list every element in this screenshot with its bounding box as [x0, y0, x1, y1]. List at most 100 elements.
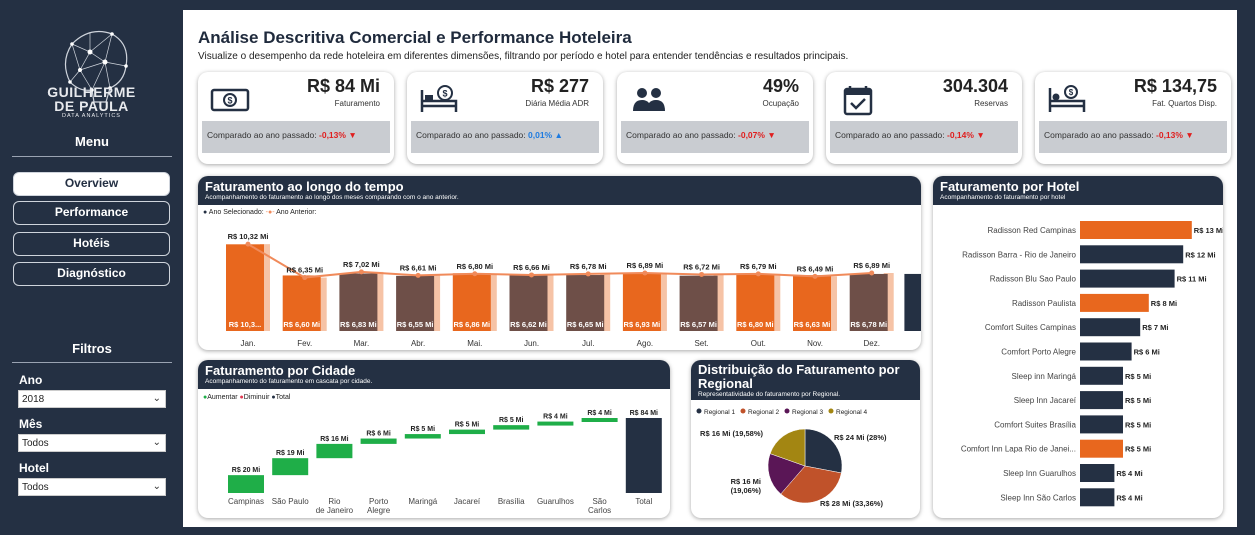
- month-tick-label: Abr.: [411, 339, 425, 348]
- hotel-value-label: R$ 7 Mi: [1142, 323, 1168, 332]
- increase-bar: [316, 443, 353, 459]
- menu-performance-button[interactable]: Performance: [13, 201, 170, 225]
- prev-year-label: R$ 6,78 Mi: [570, 262, 607, 271]
- hotel-bar: [1080, 245, 1184, 264]
- month-tick-label: Dez.: [863, 339, 879, 348]
- filter-hotel-select[interactable]: Todos ⌄: [18, 478, 166, 496]
- menu-divider: [12, 156, 172, 157]
- money-icon: $: [210, 88, 250, 112]
- regional-legend-label: Regional 2: [748, 409, 779, 416]
- increase-bar: [272, 458, 309, 476]
- city-card-title: Faturamento por Cidade: [205, 363, 356, 378]
- increase-bar: [360, 438, 397, 444]
- month-tick-label: Mar.: [354, 339, 370, 348]
- hotel-card-subtitle: Acompanhamento do faturamento por hotel: [940, 194, 1066, 201]
- city-revenue-card: Faturamento por Cidade Acompanhamento do…: [198, 360, 670, 518]
- city-tick-label: Total: [635, 497, 652, 506]
- page-subtitle: Visualize o desempenho da rede hoteleira…: [198, 51, 849, 62]
- arrow-down-icon: ▼: [767, 130, 776, 140]
- hotel-value-label: R$ 13 Mi: [1194, 226, 1223, 235]
- prev-year-point: [812, 273, 818, 279]
- prev-year-point: [755, 271, 761, 277]
- prev-year-point: [245, 241, 251, 247]
- city-value-label: R$ 4 Mi: [543, 414, 568, 421]
- month-bar-label: R$ 6,60 Mi: [283, 320, 320, 329]
- city-value-label: R$ 5 Mi: [411, 426, 436, 433]
- prev-year-label: R$ 10,32 Mi: [228, 232, 269, 241]
- kpi-compare-text: Comparado ao ano passado:: [416, 130, 526, 140]
- hotel-name-label: Radisson Paulista: [1012, 299, 1077, 308]
- kpi-card-ocupacao: 49% Ocupação Comparado ao ano passado: -…: [617, 72, 813, 164]
- city-card-subtitle: Acompanhamento do faturamento em cascata…: [205, 378, 373, 385]
- regional-chart: Regional 1 Regional 2 Regional 3 Regional 4…: [696, 408, 887, 508]
- prev-year-point: [358, 269, 364, 275]
- increase-bar: [228, 475, 264, 493]
- city-tick-label: Guarulhos: [537, 497, 574, 506]
- city-legend: ●Aumentar ●Diminuir ●Total: [203, 394, 290, 401]
- brand-line2: DE PAULA: [54, 98, 129, 114]
- filter-mes-select[interactable]: Todos ⌄: [18, 434, 166, 452]
- city-tick-label: São Paulo: [272, 497, 309, 506]
- kpi-value: R$ 84 Mi: [306, 76, 380, 96]
- menu-diagnostico-button[interactable]: Diagnóstico: [13, 262, 170, 286]
- kpi-card-faturamento: $ R$ 84 Mi Faturamento Comparado ao ano …: [198, 72, 394, 164]
- menu-hoteis-button[interactable]: Hotéis: [13, 232, 170, 256]
- increase-bar: [449, 429, 485, 435]
- city-tick-label: Rio: [328, 497, 341, 506]
- hotel-bar: [1080, 342, 1132, 361]
- prev-year-label: R$ 6,49 Mi: [797, 264, 834, 273]
- arrow-down-icon: ▼: [348, 130, 357, 140]
- kpi-label: Fat. Quartos Disp.: [1152, 99, 1217, 108]
- chevron-down-icon: ⌄: [152, 437, 161, 448]
- hotel-name-label: Radisson Red Campinas: [988, 226, 1077, 235]
- increase-bar: [493, 425, 530, 430]
- hotel-bar: [1080, 464, 1115, 482]
- pie-label: R$ 24 Mi (28%): [834, 433, 887, 442]
- filters-divider: [12, 362, 172, 363]
- kpi-compare: Comparado ao ano passado: -0,14% ▼: [830, 121, 1018, 153]
- hotel-bar: [1080, 269, 1175, 288]
- prev-year-label: R$ 6,89 Mi: [627, 261, 664, 270]
- pie-label: R$ 16 Mi (19,58%): [700, 429, 763, 438]
- kpi-compare: Comparado ao ano passado: -0,13% ▼: [1039, 121, 1227, 153]
- arrow-down-icon: ▼: [976, 130, 985, 140]
- kpi-compare: Comparado ao ano passado: -0,13% ▼: [202, 121, 390, 153]
- month-tick-label: Ago.: [637, 339, 653, 348]
- kpi-compare-text: Comparado ao ano passado:: [207, 130, 317, 140]
- hotel-bar: [1080, 318, 1141, 337]
- total-bar: [904, 273, 921, 331]
- regional-legend-dot: [828, 408, 834, 414]
- prev-year-point: [585, 271, 591, 277]
- city-chart: R$ 20 Mi Campinas R$ 19 Mi São Paulo R$ 16 M…: [228, 410, 662, 515]
- total-bar: [625, 418, 662, 493]
- city-value-label: R$ 20 Mi: [232, 467, 260, 474]
- hotel-bar: [1080, 391, 1123, 410]
- city-value-label: R$ 6 Mi: [366, 431, 391, 438]
- menu-overview-button[interactable]: Overview: [13, 172, 170, 196]
- prev-year-label: R$ 7,02 Mi: [343, 260, 380, 269]
- filter-ano-select[interactable]: 2018 ⌄: [18, 390, 166, 408]
- brand-tagline: DATA ANALYTICS: [62, 113, 121, 119]
- kpi-delta: 0,01%: [528, 130, 553, 140]
- month-tick-label: Jun.: [524, 339, 539, 348]
- kpi-delta: -0,13%: [1156, 130, 1183, 140]
- kpi-compare-text: Comparado ao ano passado:: [626, 130, 736, 140]
- hotel-name-label: Comfort Inn Lapa Rio de Janei...: [961, 445, 1076, 454]
- increase-bar: [581, 418, 618, 422]
- city-tick-label: Jacareí: [454, 497, 481, 506]
- prev-year-point: [302, 275, 308, 281]
- month-bar-label: R$ 10,3...: [229, 320, 262, 329]
- prev-year-point: [415, 272, 421, 278]
- kpi-compare: Comparado ao ano passado: 0,01% ▲: [411, 121, 599, 153]
- city-value-label: R$ 5 Mi: [499, 417, 524, 424]
- prev-year-line: [247, 243, 872, 279]
- svg-text:$: $: [227, 96, 232, 106]
- page-title: Análise Descritiva Comercial e Performan…: [198, 28, 632, 47]
- hotel-value-label: R$ 5 Mi: [1125, 372, 1151, 381]
- city-tick-label: Campinas: [228, 497, 264, 506]
- monthly-legend: ● Ano Selecionado: -●- Ano Anterior:: [203, 209, 317, 216]
- month-bar-label: R$ 6,86 Mi: [453, 320, 490, 329]
- hotel-bar: [1080, 439, 1123, 458]
- svg-text:$: $: [1069, 88, 1074, 97]
- filters-title: Filtros: [72, 341, 112, 356]
